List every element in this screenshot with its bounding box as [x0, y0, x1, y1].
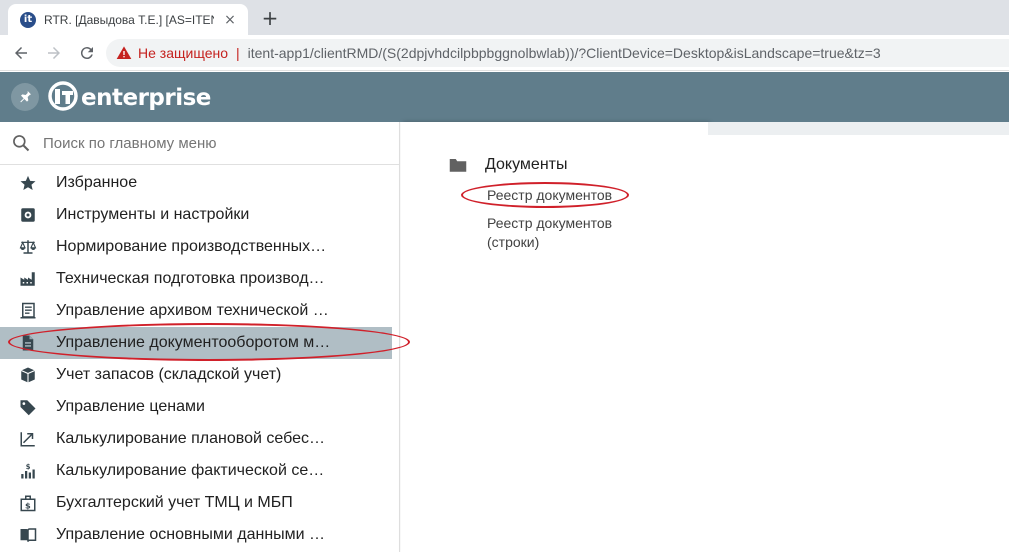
- menu-item-label: Управление документооборотом м…: [56, 334, 331, 351]
- menu-item-actual-costing[interactable]: $ Калькулирование фактической се…: [0, 455, 399, 487]
- search-input[interactable]: [43, 134, 373, 152]
- arrow-right-icon: [48, 47, 60, 59]
- url-text: itent-app1/clientRMD/(S(2dpjvhdcilpbpbgg…: [247, 45, 881, 61]
- menu-item-planned-costing[interactable]: Калькулирование плановой себес…: [0, 423, 399, 455]
- brand-name: enterprise: [81, 84, 211, 111]
- menu-item-label: Управление ценами: [56, 398, 205, 415]
- book-icon: [19, 526, 37, 544]
- star-icon: [19, 174, 37, 192]
- factory-icon: [19, 270, 37, 288]
- submenu-group-title: Документы: [485, 156, 568, 173]
- app-header: enterprise: [0, 72, 1009, 122]
- arrow-left-icon: [15, 47, 27, 59]
- document-icon: [19, 334, 37, 352]
- settings-box-icon: [19, 206, 37, 224]
- menu-item-master-data[interactable]: Управление основными данными …: [0, 519, 399, 551]
- price-tag-icon: [19, 398, 37, 416]
- menu-item-tech-prep[interactable]: Техническая подготовка производ…: [0, 263, 399, 295]
- url-separator: |: [236, 45, 240, 61]
- menu-item-label: Техническая подготовка производ…: [56, 270, 325, 287]
- back-button[interactable]: [9, 41, 33, 65]
- menu-item-label: Нормирование производственных…: [56, 238, 327, 255]
- menu-item-label: Инструменты и настройки: [56, 206, 250, 223]
- reload-button[interactable]: [75, 41, 99, 65]
- browser-tab[interactable]: it RTR. [Давыдова Т.Е.] [AS=ITENT- ×: [8, 4, 248, 35]
- menu-item-label: Управление архивом технической …: [56, 302, 329, 319]
- cost-chart-icon: $: [19, 462, 37, 480]
- it-logo-icon: it: [20, 11, 36, 28]
- link-document-registry-lines[interactable]: Реестр документов (строки): [487, 214, 637, 252]
- menu-search: [0, 122, 399, 165]
- tab-close-icon[interactable]: ×: [222, 12, 238, 28]
- menu-item-rationing[interactable]: Нормирование производственных…: [0, 231, 399, 263]
- pin-button[interactable]: [11, 83, 39, 111]
- browser-toolbar: Не защищено | itent-app1/clientRMD/(S(2d…: [0, 35, 1009, 71]
- menu-item-favorites[interactable]: Избранное: [0, 167, 399, 199]
- menu-item-label: Бухгалтерский учет ТМЦ и МБП: [56, 494, 293, 511]
- menu-item-label: Учет запасов (складской учет): [56, 366, 282, 383]
- trending-up-icon: [19, 430, 37, 448]
- archive-doc-icon: [19, 302, 37, 320]
- forward-button[interactable]: [42, 41, 66, 65]
- accounting-icon: $: [19, 494, 37, 512]
- menu-item-accounting[interactable]: $ Бухгалтерский учет ТМЦ и МБП: [0, 487, 399, 519]
- menu-item-document-flow[interactable]: Управление документооборотом м…: [0, 327, 392, 359]
- menu-item-archive[interactable]: Управление архивом технической …: [0, 295, 399, 327]
- menu-item-label: Избранное: [56, 174, 138, 191]
- reload-icon: [80, 47, 93, 60]
- main-menu-sidebar: Избранное Инструменты и настройки Нормир…: [0, 122, 400, 552]
- pin-icon: [20, 91, 31, 103]
- menu-item-inventory[interactable]: Учет запасов (складской учет): [0, 359, 399, 391]
- svg-text:$: $: [25, 500, 31, 510]
- inventory-icon: [19, 366, 37, 384]
- address-bar[interactable]: Не защищено | itent-app1/clientRMD/(S(2d…: [106, 39, 1009, 67]
- search-icon: [13, 135, 30, 152]
- menu-item-tools-settings[interactable]: Инструменты и настройки: [0, 199, 399, 231]
- warning-icon: [116, 46, 132, 59]
- scales-icon: [19, 238, 37, 256]
- content-top-strip: [708, 122, 1009, 135]
- menu-item-label: Управление основными данными …: [56, 526, 326, 543]
- insecure-label: Не защищено: [138, 45, 228, 61]
- new-tab-button[interactable]: +: [258, 6, 282, 30]
- folder-icon: [449, 159, 467, 172]
- browser-tab-strip: it RTR. [Давыдова Т.Е.] [AS=ITENT- × +: [0, 0, 1009, 35]
- submenu-panel: Документы Реестр документов Реестр докум…: [401, 122, 708, 552]
- menu-item-prices[interactable]: Управление ценами: [0, 391, 399, 423]
- menu-item-label: Калькулирование плановой себес…: [56, 430, 325, 447]
- svg-text:$: $: [26, 463, 31, 471]
- link-document-registry[interactable]: Реестр документов: [487, 186, 612, 205]
- tab-title: RTR. [Давыдова Т.Е.] [AS=ITENT-: [44, 12, 214, 27]
- main-menu-list: Избранное Инструменты и настройки Нормир…: [0, 167, 399, 551]
- it-logo-icon: [48, 81, 78, 111]
- content-area: [708, 122, 1009, 552]
- submenu-group-documents: Документы: [449, 156, 567, 174]
- app-logo: enterprise: [48, 80, 211, 112]
- menu-item-label: Калькулирование фактической се…: [56, 462, 325, 479]
